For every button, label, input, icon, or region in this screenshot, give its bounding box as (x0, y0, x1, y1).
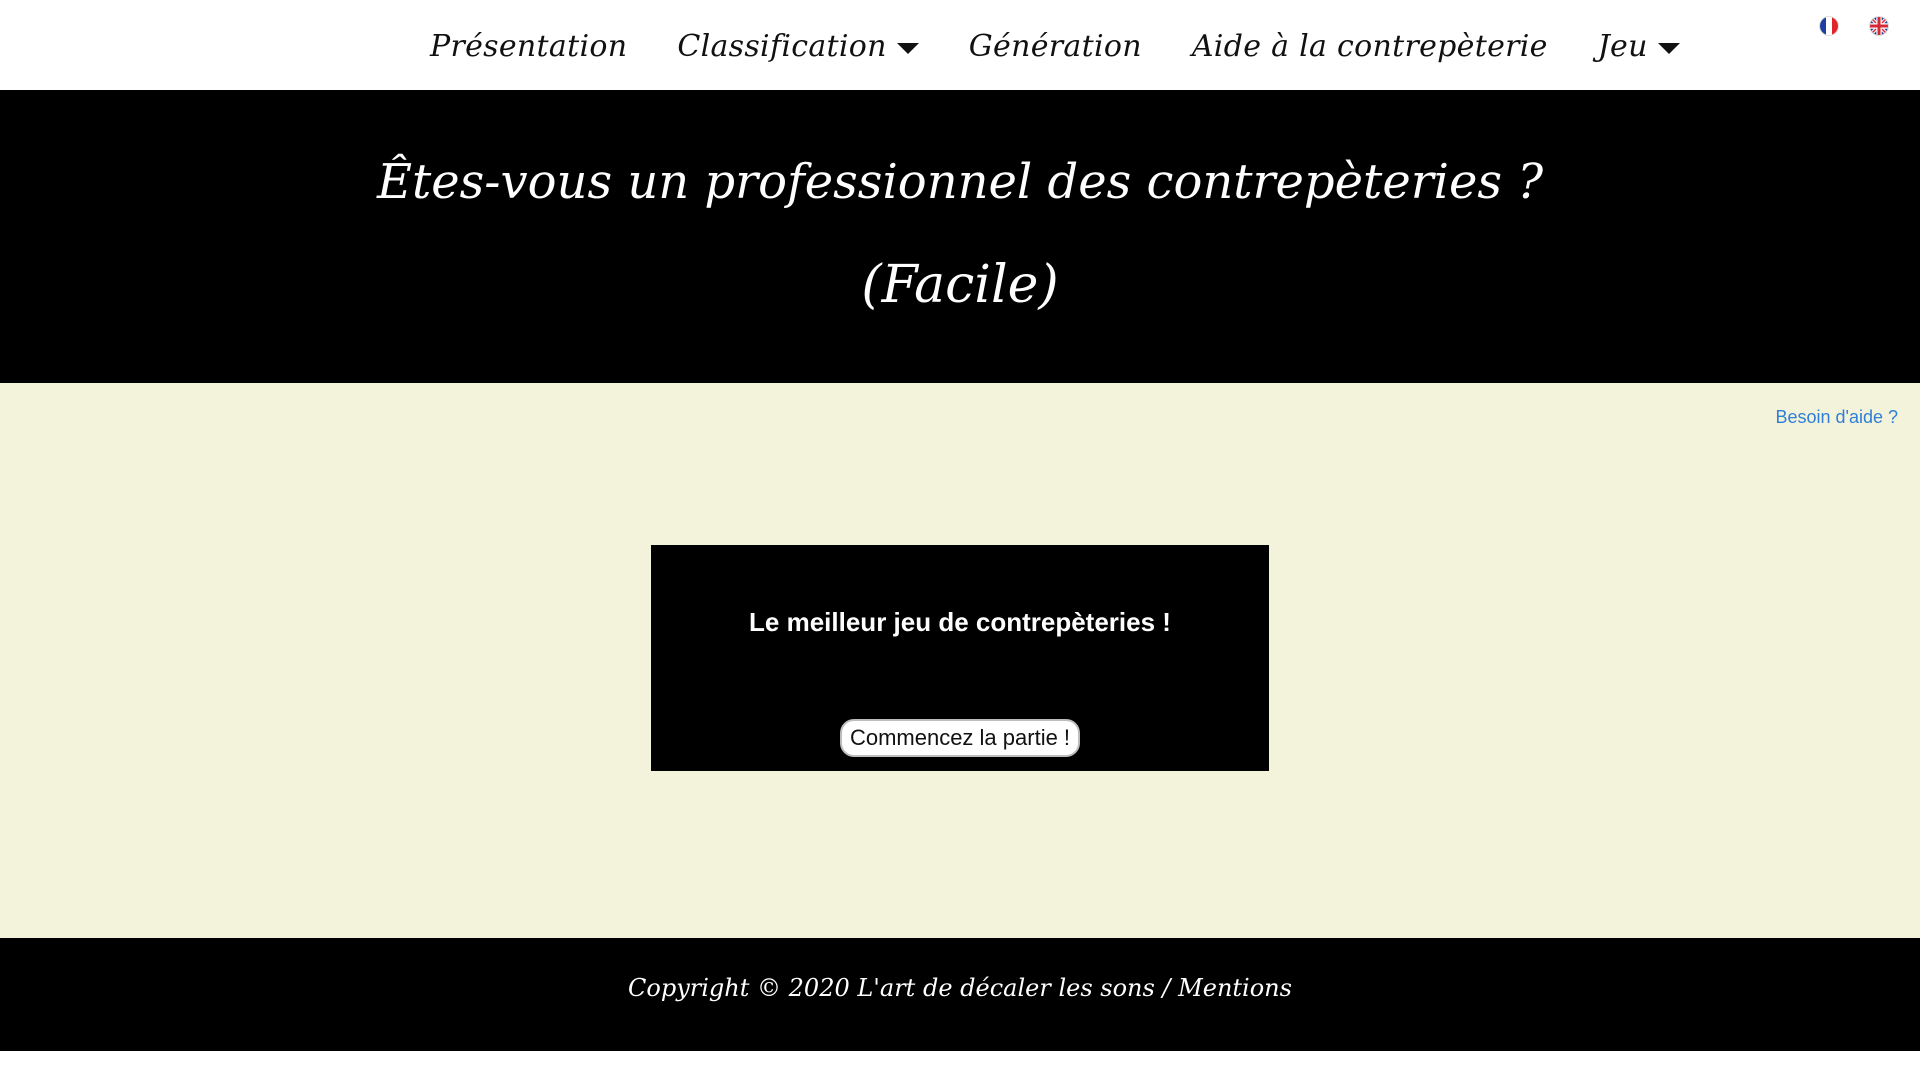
nav-item-jeu[interactable]: Jeu (1598, 29, 1680, 64)
page-title: Êtes-vous un professionnel des contrepèt… (376, 154, 1544, 210)
nav-item-label: Présentation (430, 28, 628, 64)
game-panel: Le meilleur jeu de contrepèteries ! Comm… (651, 545, 1269, 771)
nav-item-aide-contrepeterie[interactable]: Aide à la contrepèterie (1192, 29, 1548, 64)
page-bottom (0, 1051, 1920, 1080)
hero-banner: Êtes-vous un professionnel des contrepèt… (0, 90, 1920, 383)
main-content: Besoin d'aide ? Le meilleur jeu de contr… (0, 383, 1920, 938)
nav-item-classification[interactable]: Classification (677, 28, 919, 64)
footer: Copyright © 2020 L'art de décaler les so… (0, 938, 1920, 1051)
nav-item-label: Classification (677, 28, 887, 64)
nav-item-presentation[interactable]: Présentation (430, 29, 627, 64)
main-menu: Présentation Classification Génération A… (430, 18, 1680, 74)
language-switcher (1820, 17, 1888, 35)
start-game-button[interactable]: Commencez la partie ! (840, 719, 1080, 757)
caret-down-icon (1657, 42, 1680, 54)
uk-flag-icon[interactable] (1870, 17, 1888, 35)
mentions-link[interactable]: Mentions (1178, 974, 1292, 1002)
difficulty-label: (Facile) (861, 255, 1059, 315)
nav-item-label: Aide à la contrepèterie (1191, 28, 1548, 64)
french-flag-icon[interactable] (1820, 17, 1838, 35)
help-link[interactable]: Besoin d'aide ? (1775, 407, 1898, 428)
top-navbar: Présentation Classification Génération A… (0, 0, 1920, 90)
nav-item-label: Jeu (1597, 28, 1648, 64)
nav-item-label: Génération (968, 28, 1142, 64)
caret-down-icon (896, 42, 919, 54)
copyright-text: Copyright © 2020 L'art de décaler les so… (628, 974, 1171, 1002)
nav-item-generation[interactable]: Génération (969, 29, 1142, 64)
footer-text: Copyright © 2020 L'art de décaler les so… (0, 974, 1920, 1002)
game-heading: Le meilleur jeu de contrepèteries ! (749, 607, 1171, 637)
